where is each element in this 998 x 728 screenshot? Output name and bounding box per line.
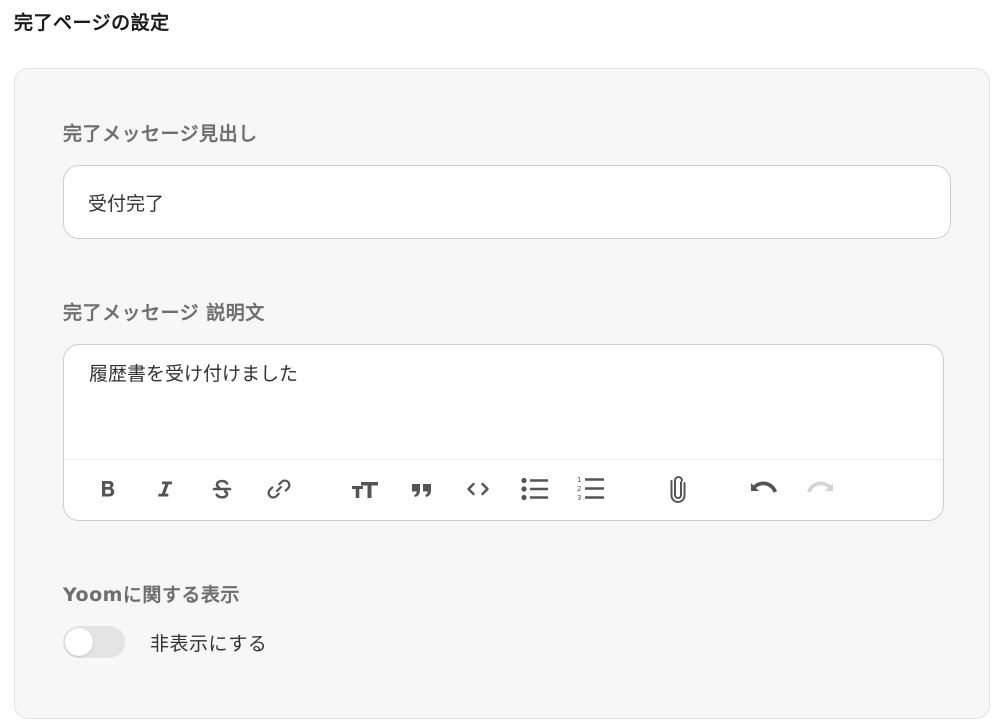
redo-button[interactable] [803, 472, 837, 506]
redo-icon [807, 481, 833, 493]
code-icon [467, 482, 489, 496]
bullet-list-icon [521, 477, 548, 501]
italic-icon [158, 481, 172, 497]
strikethrough-button[interactable] [205, 472, 239, 506]
text-size-button[interactable] [348, 472, 382, 506]
bullet-list-button[interactable] [518, 472, 552, 506]
settings-card: 完了メッセージ見出し 完了メッセージ 説明文 履歴書を受け付けました [14, 68, 990, 719]
undo-icon [751, 481, 777, 493]
attachment-icon [670, 475, 686, 504]
yoom-display-label: Yoomに関する表示 [63, 584, 240, 606]
description-editor: 履歴書を受け付けました 1 2 3 [63, 344, 944, 521]
undo-button[interactable] [747, 472, 781, 506]
heading-field-label: 完了メッセージ見出し [63, 123, 258, 145]
quote-button[interactable] [405, 472, 439, 506]
svg-text:3: 3 [577, 494, 581, 502]
toggle-knob [65, 628, 93, 656]
hide-yoom-toggle[interactable] [63, 626, 125, 658]
text-size-icon [352, 482, 378, 498]
bold-icon [102, 481, 115, 497]
link-button[interactable] [262, 472, 296, 506]
code-button[interactable] [461, 472, 495, 506]
description-field-label: 完了メッセージ 説明文 [63, 302, 265, 324]
svg-text:2: 2 [577, 485, 581, 493]
heading-input[interactable] [63, 165, 951, 239]
svg-text:1: 1 [577, 476, 581, 484]
quote-icon [412, 484, 431, 497]
description-editor-content[interactable]: 履歴書を受け付けました [89, 359, 923, 439]
italic-button[interactable] [148, 472, 182, 506]
link-icon [267, 479, 291, 499]
strikethrough-icon [212, 479, 232, 499]
numbered-list-icon: 1 2 3 [577, 476, 604, 502]
bold-button[interactable] [91, 472, 125, 506]
numbered-list-button[interactable]: 1 2 3 [574, 472, 608, 506]
hide-yoom-toggle-label: 非表示にする [150, 633, 268, 655]
attachment-button[interactable] [661, 472, 695, 506]
page-title: 完了ページの設定 [14, 12, 170, 34]
editor-toolbar: 1 2 3 [64, 459, 943, 520]
